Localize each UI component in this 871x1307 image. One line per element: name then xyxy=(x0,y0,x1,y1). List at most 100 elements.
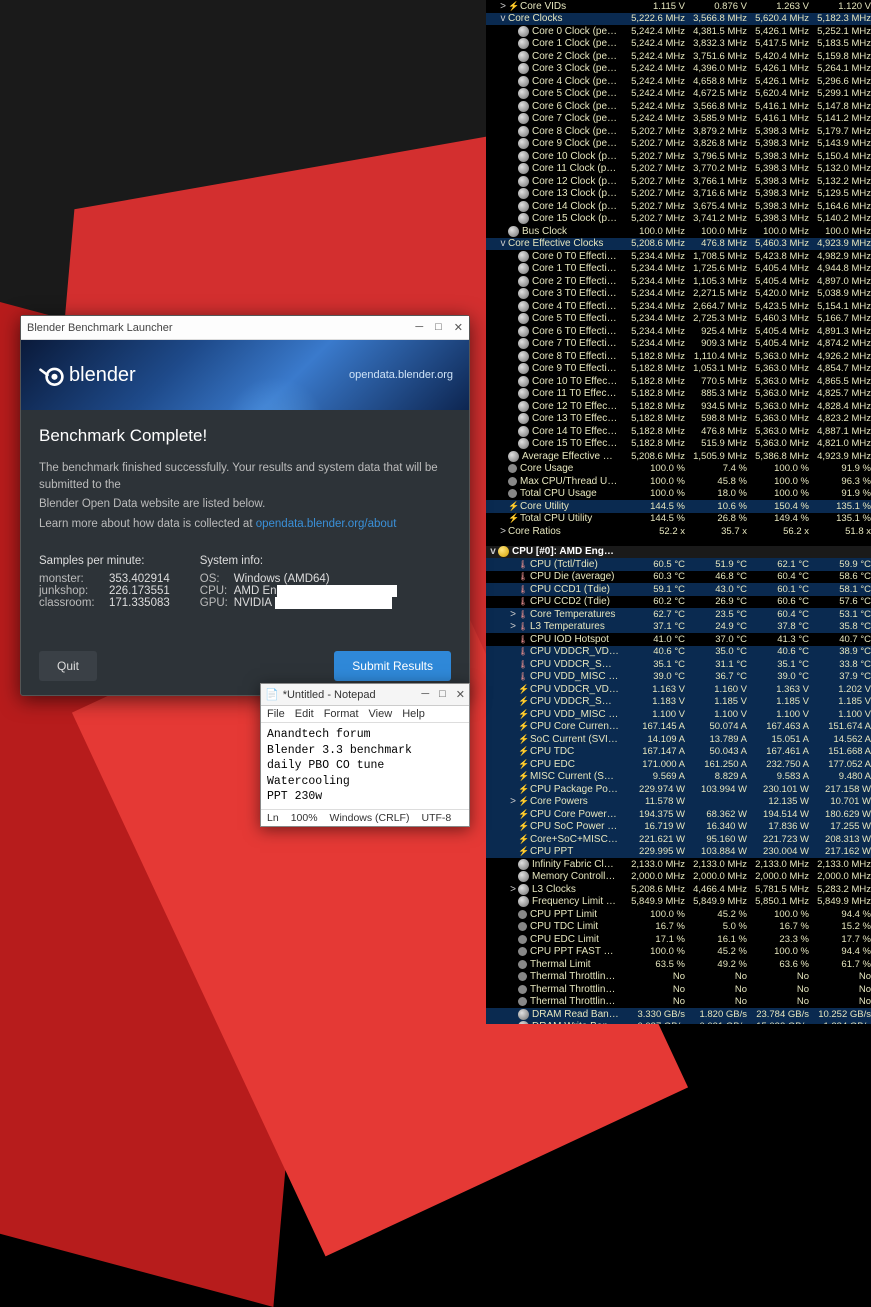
hw-row[interactable]: CPU TDC Limit16.7 %5.0 %16.7 %15.2 % xyxy=(486,921,871,934)
notepad-titlebar[interactable]: 📄*Untitled - Notepad ─□✕ xyxy=(261,684,469,706)
about-link[interactable]: opendata.blender.org/about xyxy=(256,518,397,530)
hw-row[interactable]: CPU VDD_MISC VRM (SVI3 TFN)39.0 °C36.7 °… xyxy=(486,671,871,684)
maximize-button[interactable]: □ xyxy=(435,321,442,334)
hw-row[interactable]: CPU PPT229.995 W103.884 W230.004 W217.16… xyxy=(486,846,871,859)
hw-row[interactable]: Core 12 T0 Effective Clock5,182.8 MHz934… xyxy=(486,400,871,413)
hw-row[interactable]: Core 10 Clock (perf #12)5,202.7 MHz3,796… xyxy=(486,150,871,163)
expand-icon[interactable]: > xyxy=(508,621,518,632)
hw-row[interactable]: Thermal Throttling (PROCHOT EXT)NoNoNoNo xyxy=(486,996,871,1009)
hw-row[interactable]: Core 1 T0 Effective Clock5,234.4 MHz1,72… xyxy=(486,263,871,276)
hw-row[interactable]: Core Usage100.0 %7.4 %100.0 %91.9 % xyxy=(486,463,871,476)
menu-file[interactable]: File xyxy=(267,708,285,720)
hw-row[interactable]: Core 10 T0 Effective Clock5,182.8 MHz770… xyxy=(486,375,871,388)
notepad-content[interactable]: Anandtech forum Blender 3.3 benchmark da… xyxy=(261,723,469,809)
close-button[interactable]: ✕ xyxy=(454,321,463,334)
hw-row[interactable]: >L3 Temperatures37.1 °C24.9 °C37.8 °C35.… xyxy=(486,621,871,634)
hw-row[interactable]: Core 9 T0 Effective Clock5,182.8 MHz1,05… xyxy=(486,363,871,376)
hw-row[interactable]: Core 11 Clock (perf #10)5,202.7 MHz3,770… xyxy=(486,163,871,176)
hw-row[interactable]: Bus Clock100.0 MHz100.0 MHz100.0 MHz100.… xyxy=(486,225,871,238)
hw-row[interactable]: CPU VDDCR_SOC VRM (SVI3 TFN)35.1 °C31.1 … xyxy=(486,658,871,671)
hw-row[interactable]: CPU VDD_MISC Voltage (SVI3 TFN)1.100 V1.… xyxy=(486,708,871,721)
blender-url[interactable]: opendata.blender.org xyxy=(349,369,453,381)
menu-help[interactable]: Help xyxy=(402,708,425,720)
hw-row[interactable]: Infinity Fabric Clock (FCLK)2,133.0 MHz2… xyxy=(486,858,871,871)
hw-row[interactable]: MISC Current (SVI3 TFN)9.569 A8.829 A9.5… xyxy=(486,771,871,784)
hw-row[interactable]: Core 12 Clock (perf #9)5,202.7 MHz3,766.… xyxy=(486,175,871,188)
hw-row[interactable]: CPU VDDCR_SOC Voltage (SVI3 ...1.183 V1.… xyxy=(486,696,871,709)
hw-row[interactable]: Core Utility144.5 %10.6 %150.4 %135.1 % xyxy=(486,500,871,513)
hw-row[interactable]: Core 15 Clock (perf #15)5,202.7 MHz3,741… xyxy=(486,213,871,226)
hw-row[interactable]: CPU SoC Power (SVI3 TFN)16.719 W16.340 W… xyxy=(486,821,871,834)
hw-row[interactable]: CPU Core Power (SVI3 TFN)194.375 W68.362… xyxy=(486,808,871,821)
hw-row[interactable]: Average Effective Clock5,208.6 MHz1,505.… xyxy=(486,450,871,463)
hw-row[interactable]: Frequency Limit - Global5,849.9 MHz5,849… xyxy=(486,896,871,909)
hw-row[interactable]: Core 11 T0 Effective Clock5,182.8 MHz885… xyxy=(486,388,871,401)
hw-row[interactable]: Core 6 T0 Effective Clock5,234.4 MHz925.… xyxy=(486,325,871,338)
minimize-button[interactable]: ─ xyxy=(415,321,423,334)
hw-row[interactable]: >Core Temperatures62.7 °C23.5 °C60.4 °C5… xyxy=(486,608,871,621)
hw-row[interactable]: Core 3 Clock (perf #2)5,242.4 MHz4,396.0… xyxy=(486,63,871,76)
hw-row[interactable]: Total CPU Utility144.5 %26.8 %149.4 %135… xyxy=(486,513,871,526)
hw-row[interactable]: Core 5 T0 Effective Clock5,234.4 MHz2,72… xyxy=(486,313,871,326)
hw-row[interactable]: CPU PPT Limit100.0 %45.2 %100.0 %94.4 % xyxy=(486,908,871,921)
blender-titlebar[interactable]: Blender Benchmark Launcher ─ □ ✕ xyxy=(21,316,469,340)
hw-row[interactable]: CPU VDDCR_VDD Voltage (SVI3 ...1.163 V1.… xyxy=(486,683,871,696)
expand-icon[interactable]: v xyxy=(488,546,498,557)
hw-row[interactable]: Core 9 Clock (perf #8)5,202.7 MHz3,826.8… xyxy=(486,138,871,151)
hw-row[interactable]: Core 13 T0 Effective Clock5,182.8 MHz598… xyxy=(486,413,871,426)
expand-icon[interactable]: > xyxy=(508,609,518,620)
hw-row[interactable]: CPU EDC Limit17.1 %16.1 %23.3 %17.7 % xyxy=(486,933,871,946)
notepad-maximize[interactable]: □ xyxy=(439,688,446,701)
hw-row[interactable]: CPU TDC167.147 A50.043 A167.461 A151.668… xyxy=(486,746,871,759)
hw-row[interactable]: CPU CCD1 (Tdie)59.1 °C43.0 °C60.1 °C58.1… xyxy=(486,583,871,596)
hw-row[interactable]: CPU IOD Hotspot41.0 °C37.0 °C41.3 °C40.7… xyxy=(486,633,871,646)
hw-row[interactable]: Memory Controller Clock (UCLK)2,000.0 MH… xyxy=(486,871,871,884)
hw-row[interactable]: vCPU [#0]: AMD Eng xyxy=(486,546,871,559)
hw-row[interactable]: CPU (Tctl/Tdie)60.5 °C51.9 °C62.1 °C59.9… xyxy=(486,558,871,571)
hw-row[interactable]: Core 2 Clock (perf #5)5,242.4 MHz3,751.6… xyxy=(486,50,871,63)
hw-row[interactable]: >Core Powers11.578 W12.135 W10.701 W xyxy=(486,796,871,809)
hw-row[interactable]: Core 13 Clock (perf #13)5,202.7 MHz3,716… xyxy=(486,188,871,201)
hw-row[interactable]: Core 3 T0 Effective Clock5,234.4 MHz2,27… xyxy=(486,288,871,301)
hw-row[interactable]: Core 4 Clock (perf #1)5,242.4 MHz4,658.8… xyxy=(486,75,871,88)
hw-row[interactable]: Core+SoC+MISC Power (SVI3 TFN)221.621 W9… xyxy=(486,833,871,846)
menu-view[interactable]: View xyxy=(369,708,393,720)
hw-row[interactable]: Core 6 Clock (perf #7)5,242.4 MHz3,566.8… xyxy=(486,100,871,113)
expand-icon[interactable]: v xyxy=(498,13,508,24)
hw-row[interactable]: >Core VIDs1.115 V0.876 V1.263 V1.120 V xyxy=(486,0,871,13)
notepad-minimize[interactable]: ─ xyxy=(421,688,429,701)
hw-row[interactable]: CPU CCD2 (Tdie)60.2 °C26.9 °C60.6 °C57.6… xyxy=(486,596,871,609)
hw-row[interactable]: Thermal Limit63.5 %49.2 %63.6 %61.7 % xyxy=(486,958,871,971)
hw-row[interactable]: CPU Package Power229.974 W103.994 W230.1… xyxy=(486,783,871,796)
expand-icon[interactable]: v xyxy=(498,238,508,249)
hwinfo-panel[interactable]: >Core VIDs1.115 V0.876 V1.263 V1.120 VvC… xyxy=(486,0,871,1024)
hw-row[interactable]: Core 8 Clock (perf #11)5,202.7 MHz3,879.… xyxy=(486,125,871,138)
hw-row[interactable]: Core 7 Clock (perf #6)5,242.4 MHz3,585.9… xyxy=(486,113,871,126)
hw-row[interactable]: Core 0 Clock (perf #3)5,242.4 MHz4,381.5… xyxy=(486,25,871,38)
hw-row[interactable]: CPU Core Current (SVI3 TFN)167.145 A50.0… xyxy=(486,721,871,734)
menu-edit[interactable]: Edit xyxy=(295,708,314,720)
menu-format[interactable]: Format xyxy=(324,708,359,720)
expand-icon[interactable]: > xyxy=(498,1,508,12)
hw-row[interactable]: >L3 Clocks5,208.6 MHz4,466.4 MHz5,781.5 … xyxy=(486,883,871,896)
expand-icon[interactable]: > xyxy=(508,796,518,807)
hw-row[interactable]: vCore Clocks5,222.6 MHz3,566.8 MHz5,620.… xyxy=(486,13,871,26)
hw-row[interactable]: Total CPU Usage100.0 %18.0 %100.0 %91.9 … xyxy=(486,488,871,501)
hw-row[interactable]: Core 4 T0 Effective Clock5,234.4 MHz2,66… xyxy=(486,300,871,313)
hw-row[interactable]: Core 15 T0 Effective Clock5,182.8 MHz515… xyxy=(486,438,871,451)
hw-row[interactable]: Core 5 Clock (perf #1)5,242.4 MHz4,672.5… xyxy=(486,88,871,101)
hw-row[interactable]: CPU VDDCR_VDD VRM (SVI3 TFN)40.6 °C35.0 … xyxy=(486,646,871,659)
hw-row[interactable]: Core 2 T0 Effective Clock5,234.4 MHz1,10… xyxy=(486,275,871,288)
hw-row[interactable]: DRAM Read Bandwidth3.330 GB/s1.820 GB/s2… xyxy=(486,1008,871,1021)
hw-row[interactable]: Core 1 Clock (perf #4)5,242.4 MHz3,832.3… xyxy=(486,38,871,51)
hw-row[interactable]: CPU PPT FAST Limit100.0 %45.2 %100.0 %94… xyxy=(486,946,871,959)
hw-row[interactable]: Core 14 Clock (perf #14)5,202.7 MHz3,675… xyxy=(486,200,871,213)
hw-row[interactable]: DRAM Write Bandwidth0.087 GB/s0.031 GB/s… xyxy=(486,1021,871,1025)
hw-row[interactable]: vCore Effective Clocks5,208.6 MHz476.8 M… xyxy=(486,238,871,251)
hw-row[interactable]: SoC Current (SVI3 TFN)14.109 A13.789 A15… xyxy=(486,733,871,746)
quit-button[interactable]: Quit xyxy=(39,651,97,681)
hw-row[interactable]: >Core Ratios52.2 x35.7 x56.2 x51.8 x xyxy=(486,525,871,538)
expand-icon[interactable]: > xyxy=(498,526,508,537)
hw-row[interactable]: Max CPU/Thread Usage100.0 %45.8 %100.0 %… xyxy=(486,475,871,488)
submit-button[interactable]: Submit Results xyxy=(334,651,451,681)
